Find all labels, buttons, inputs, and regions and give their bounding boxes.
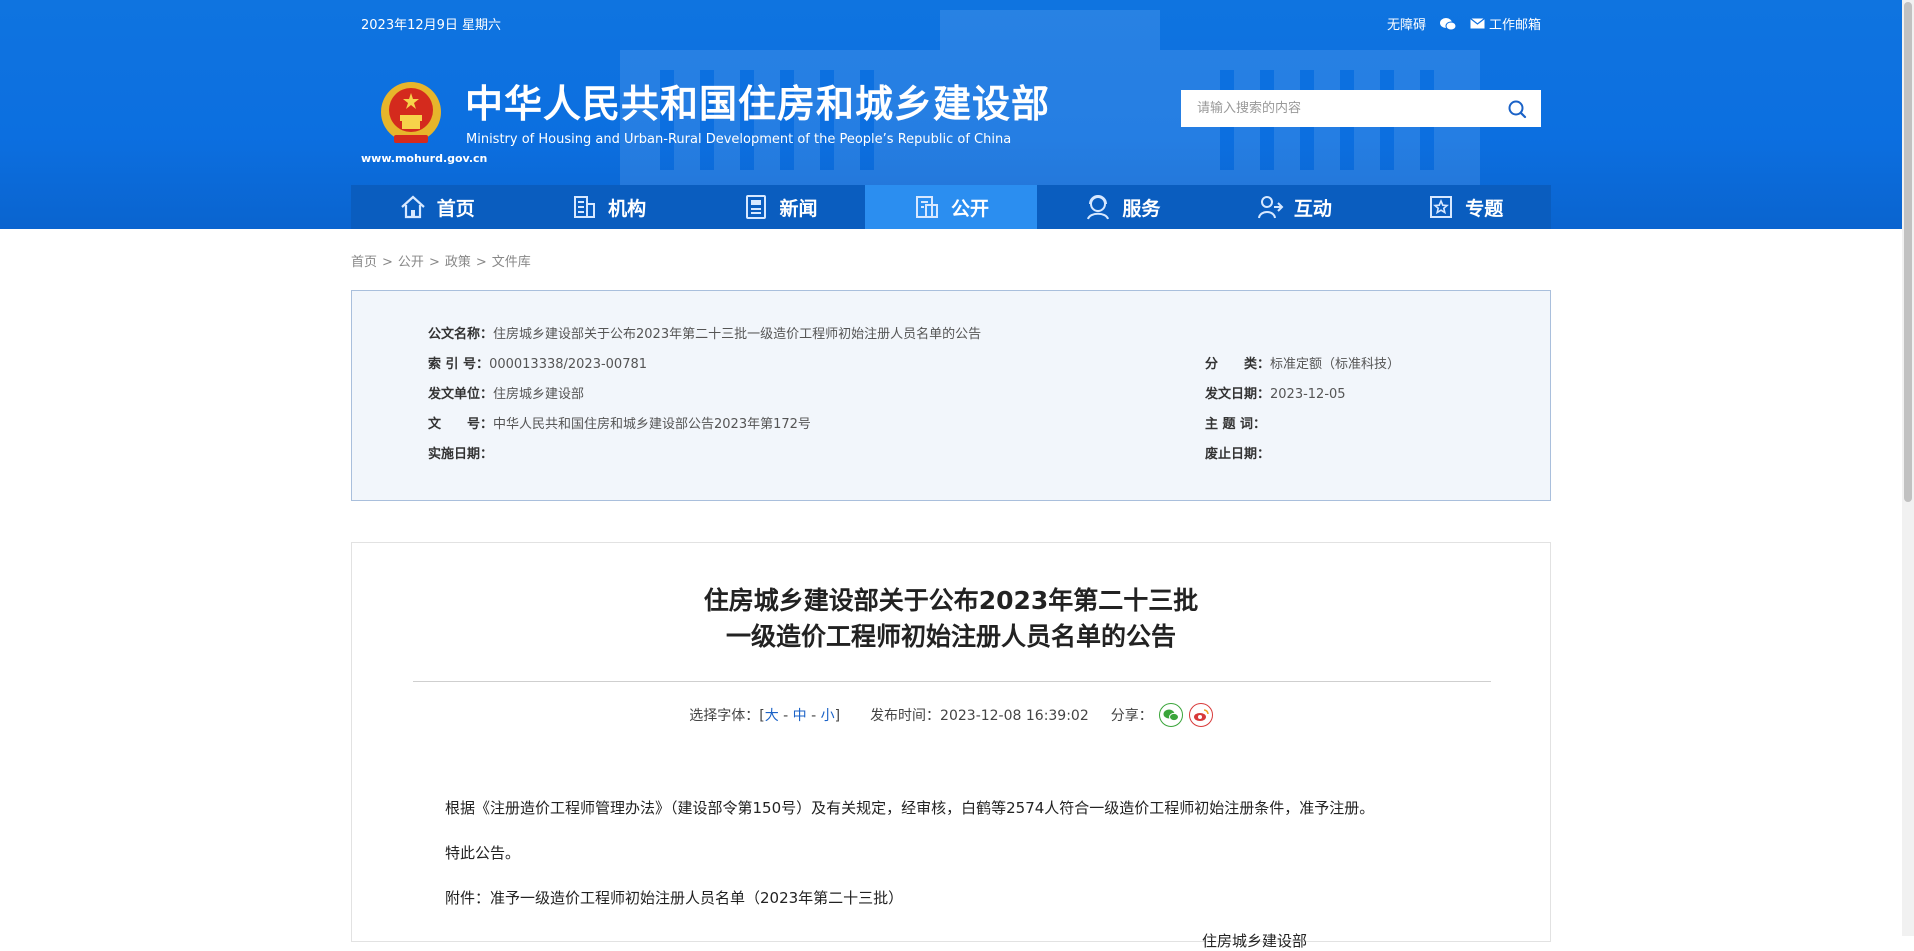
article-panel: 住房城乡建设部关于公布2023年第二十三批 一级造价工程师初始注册人员名单的公告… bbox=[351, 542, 1551, 950]
doc-name-value: 住房城乡建设部关于公布2023年第二十三批一级造价工程师初始注册人员名单的公告 bbox=[493, 327, 982, 342]
mail-icon bbox=[1470, 18, 1485, 29]
index-row: 索 引 号：000013338/2023-00781 bbox=[428, 353, 647, 372]
expire-date-label: 废止日期： bbox=[1205, 447, 1271, 462]
issuer-value: 住房城乡建设部 bbox=[493, 387, 585, 402]
expire-date-row: 废止日期： bbox=[1205, 443, 1270, 462]
disclosure-icon bbox=[915, 196, 938, 218]
doc-name-row: 公文名称：住房城乡建设部关于公布2023年第二十三批一级造价工程师初始注册人员名… bbox=[428, 323, 981, 342]
doc-number-label: 文 号： bbox=[428, 417, 494, 432]
keywords-label: 主 题 词： bbox=[1205, 417, 1267, 432]
issue-date-row: 发文日期：2023-12-05 bbox=[1205, 383, 1346, 402]
site-title-english: Ministry of Housing and Urban-Rural Deve… bbox=[466, 132, 1012, 147]
search-icon[interactable] bbox=[1507, 99, 1527, 119]
category-label: 分 类： bbox=[1205, 357, 1271, 372]
site-header: 2023年12月9日 星期六 无障碍 工作邮箱 www.mohurd.gov.c… bbox=[0, 0, 1902, 229]
index-label: 索 引 号： bbox=[428, 357, 490, 372]
article-paragraph: 特此公告。 bbox=[445, 844, 521, 862]
wechat-share-icon[interactable] bbox=[1158, 703, 1183, 727]
work-mail-label: 工作邮箱 bbox=[1488, 18, 1541, 33]
scrollbar-thumb[interactable] bbox=[1904, 2, 1912, 502]
nav-item-disclosure[interactable]: 公开 bbox=[865, 185, 1037, 229]
accessibility-link[interactable]: 无障碍 bbox=[1387, 14, 1426, 33]
font-size-large-link[interactable]: 大 bbox=[765, 708, 779, 724]
nav-label: 首页 bbox=[436, 197, 475, 220]
work-mail-link[interactable]: 工作邮箱 bbox=[1470, 14, 1541, 33]
search-input[interactable] bbox=[1195, 100, 1507, 117]
wechat-icon[interactable] bbox=[1439, 17, 1456, 31]
search-box bbox=[1181, 90, 1541, 127]
issue-date-label: 发文日期： bbox=[1205, 387, 1271, 402]
index-value: 000013338/2023-00781 bbox=[489, 357, 648, 372]
share-label: 分享： bbox=[1110, 708, 1153, 724]
doc-number-value: 中华人民共和国住房和城乡建设部公告2023年第172号 bbox=[493, 417, 811, 432]
nav-label: 公开 bbox=[950, 197, 989, 220]
effective-date-row: 实施日期： bbox=[428, 443, 493, 462]
interaction-icon bbox=[1257, 196, 1284, 219]
national-emblem-logo[interactable] bbox=[376, 79, 446, 149]
nav-label: 新闻 bbox=[779, 197, 818, 220]
main-nav: 首页 机构 新闻 公开 服务 互动 专题 bbox=[351, 185, 1551, 229]
nav-item-home[interactable]: 首页 bbox=[351, 185, 522, 229]
article-signer: 住房城乡建设部 bbox=[1202, 932, 1308, 950]
title-divider bbox=[413, 681, 1491, 682]
category-row: 分 类：标准定额（标准科技） bbox=[1205, 353, 1400, 372]
font-size-small-link[interactable]: 小 bbox=[821, 708, 835, 724]
breadcrumb-home[interactable]: 首页 bbox=[351, 255, 377, 270]
top-links: 无障碍 工作邮箱 bbox=[1387, 14, 1541, 33]
doc-name-label: 公文名称： bbox=[428, 327, 494, 342]
article-meta: 选择字体：[大 - 中 - 小] 发布时间：2023-12-08 16:39:0… bbox=[352, 703, 1550, 727]
article-title: 住房城乡建设部关于公布2023年第二十三批 一级造价工程师初始注册人员名单的公告 bbox=[352, 583, 1550, 655]
current-date: 2023年12月9日 星期六 bbox=[361, 18, 502, 33]
article-title-line2: 一级造价工程师初始注册人员名单的公告 bbox=[725, 622, 1176, 651]
issuer-label: 发文单位： bbox=[428, 387, 494, 402]
nav-item-interaction[interactable]: 互动 bbox=[1208, 185, 1379, 229]
site-title[interactable]: 中华人民共和国住房和城乡建设部 bbox=[465, 82, 1050, 126]
issuer-row: 发文单位：住房城乡建设部 bbox=[428, 383, 584, 402]
effective-date-label: 实施日期： bbox=[428, 447, 494, 462]
nav-item-organization[interactable]: 机构 bbox=[522, 185, 693, 229]
building-icon bbox=[574, 196, 596, 218]
keywords-row: 主 题 词： bbox=[1205, 413, 1266, 432]
breadcrumb-policy[interactable]: 政策 bbox=[445, 255, 471, 270]
nav-label: 专题 bbox=[1465, 197, 1504, 220]
issue-date-value: 2023-12-05 bbox=[1270, 387, 1346, 402]
nav-label: 服务 bbox=[1122, 197, 1161, 220]
home-icon bbox=[400, 195, 425, 219]
breadcrumb-disclosure[interactable]: 公开 bbox=[398, 255, 424, 270]
site-url: www.mohurd.gov.cn bbox=[361, 152, 488, 165]
doc-number-row: 文 号：中华人民共和国住房和城乡建设部公告2023年第172号 bbox=[428, 413, 811, 432]
nav-item-service[interactable]: 服务 bbox=[1037, 185, 1208, 229]
breadcrumb-library[interactable]: 文件库 bbox=[492, 255, 531, 270]
topic-icon bbox=[1430, 196, 1453, 218]
share-bar: 分享： bbox=[1111, 703, 1213, 727]
news-icon bbox=[745, 195, 766, 219]
font-size-medium-link[interactable]: 中 bbox=[793, 708, 807, 724]
font-size-selector: 选择字体：[大 - 中 - 小] bbox=[689, 708, 841, 724]
nav-item-news[interactable]: 新闻 bbox=[694, 185, 865, 229]
publish-time: 发布时间：2023-12-08 16:39:02 bbox=[870, 708, 1089, 724]
article-title-line1: 住房城乡建设部关于公布2023年第二十三批 bbox=[703, 586, 1199, 615]
breadcrumb: 首页 > 公开 > 政策 > 文件库 bbox=[351, 255, 531, 270]
page-scrollbar[interactable] bbox=[1902, 0, 1914, 936]
category-value: 标准定额（标准科技） bbox=[1270, 357, 1401, 372]
document-info-box: 公文名称：住房城乡建设部关于公布2023年第二十三批一级造价工程师初始注册人员名… bbox=[351, 290, 1551, 501]
attachment-link[interactable]: 附件：准予一级造价工程师初始注册人员名单（2023年第二十三批） bbox=[445, 887, 903, 908]
article-paragraph: 根据《注册造价工程师管理办法》（建设部令第150号）及有关规定，经审核，白鹤等2… bbox=[445, 799, 1375, 817]
nav-label: 机构 bbox=[608, 197, 647, 220]
nav-item-topic[interactable]: 专题 bbox=[1380, 185, 1551, 229]
font-size-close: ] bbox=[834, 708, 841, 724]
nav-label: 互动 bbox=[1293, 197, 1332, 220]
weibo-share-icon[interactable] bbox=[1188, 703, 1213, 727]
font-size-label: 选择字体：[ bbox=[689, 708, 765, 724]
service-icon bbox=[1087, 195, 1110, 220]
